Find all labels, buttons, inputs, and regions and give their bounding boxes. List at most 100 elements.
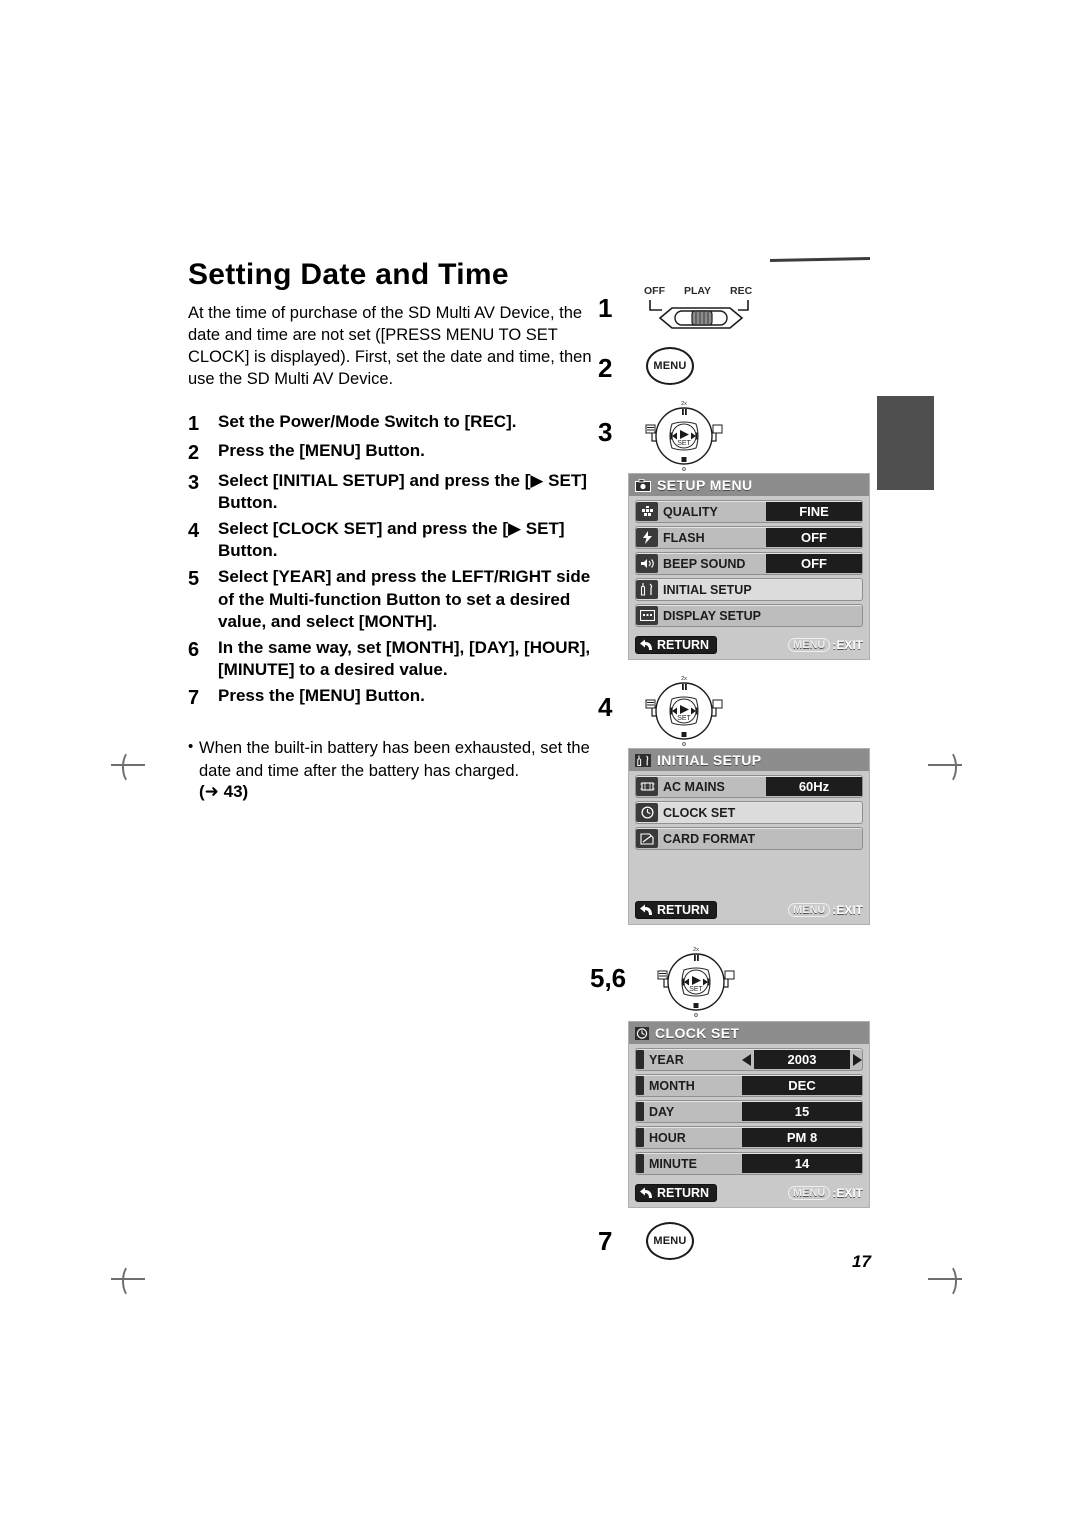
step-item: 2 Press the [MENU] Button. — [188, 440, 598, 466]
menu-row-value: OFF — [766, 554, 862, 573]
crop-mark-arc — [939, 750, 957, 784]
svg-text:2x: 2x — [693, 947, 699, 953]
menu-button-icon: MENU — [646, 347, 694, 385]
beep-icon — [636, 554, 658, 573]
note-block: • When the built-in battery has been exh… — [188, 737, 598, 802]
return-button[interactable]: RETURN — [635, 636, 718, 654]
row-marker — [636, 1128, 644, 1147]
clock-row-value: 15 — [742, 1102, 862, 1121]
step-text: Set the Power/Mode Switch to [REC]. — [218, 411, 517, 431]
step-text: Select [YEAR] and press the LEFT/RIGHT s… — [218, 566, 591, 632]
display-icon — [636, 606, 658, 625]
setup-menu-screen: SETUP MENU QUALITY FINE FLASH OFF BEEP S… — [628, 473, 870, 660]
dial-graphic: SET 2x ⚙ — [657, 947, 735, 1019]
menu-row-initial-setup[interactable]: INITIAL SETUP — [635, 578, 863, 601]
screen-header: CLOCK SET — [629, 1022, 869, 1044]
exit-hint: MENU :EXIT — [787, 638, 863, 652]
power-mode-switch: OFF PLAY REC — [642, 285, 762, 337]
clock-row-value: 14 — [742, 1154, 862, 1173]
exit-hint: MENU :EXIT — [787, 903, 863, 917]
intro-paragraph: At the time of purchase of the SD Multi … — [188, 304, 592, 388]
return-arrow-icon — [640, 1187, 652, 1198]
clock-row-label: MINUTE — [649, 1156, 697, 1171]
screen-title: INITIAL SETUP — [657, 752, 762, 768]
return-button-label: RETURN — [657, 638, 710, 652]
menu-row-display-setup[interactable]: DISPLAY SETUP — [635, 604, 863, 627]
exit-key-label: MENU — [787, 903, 831, 917]
return-arrow-icon — [640, 904, 652, 915]
clock-row-minute[interactable]: MINUTE 14 — [635, 1152, 863, 1175]
clock-row-value: PM 8 — [742, 1128, 862, 1147]
menu-row-beep-sound[interactable]: BEEP SOUND OFF — [635, 552, 863, 575]
step-number: 7 — [188, 687, 200, 710]
illustration-number: 3 — [598, 417, 613, 447]
crop-mark-arc — [939, 1264, 957, 1298]
crop-mark-left-top — [111, 748, 145, 784]
illustration-number: 2 — [598, 353, 613, 383]
note-page-reference: (➜ 43) — [199, 781, 249, 801]
exit-key-label: MENU — [787, 1186, 831, 1200]
note-text: When the built-in battery has been exhau… — [199, 739, 590, 780]
illustration-step1: 1 OFF PLAY REC — [598, 285, 898, 337]
illustration-step2: 2 MENU — [598, 343, 898, 397]
step-number: 4 — [188, 519, 200, 542]
screen-rows: YEAR 2003 MONTH DEC DAY 15 HOUR PM 8 MIN… — [629, 1044, 869, 1182]
menu-button-label: MENU — [653, 360, 687, 372]
multi-function-dial: SET 2x ⚙ — [642, 674, 723, 748]
screen-footer: RETURN MENU :EXIT — [629, 1182, 869, 1207]
screen-footer: RETURN MENU :EXIT — [629, 899, 869, 924]
right-arrow-icon[interactable] — [853, 1053, 862, 1066]
clock-row-month[interactable]: MONTH DEC — [635, 1074, 863, 1097]
left-arrow-icon[interactable] — [742, 1053, 751, 1066]
clock-row-label: HOUR — [649, 1130, 686, 1145]
exit-hint: MENU :EXIT — [787, 1186, 863, 1200]
clock-row-label: MONTH — [649, 1078, 695, 1093]
content-column: Setting Date and Time At the time of pur… — [188, 258, 598, 802]
clock-row-day[interactable]: DAY 15 — [635, 1100, 863, 1123]
menu-row-quality[interactable]: QUALITY FINE — [635, 500, 863, 523]
row-marker — [636, 1102, 644, 1121]
screen-header: SETUP MENU — [629, 474, 869, 496]
page-number: 17 — [852, 1252, 871, 1271]
menu-row-label: BEEP SOUND — [663, 556, 746, 571]
step-text: In the same way, set [MONTH], [DAY], [HO… — [218, 637, 591, 680]
crop-mark-left-bottom — [111, 1262, 145, 1298]
menu-row-label: CLOCK SET — [663, 805, 736, 820]
tools-icon — [636, 580, 658, 599]
clock-row-hour[interactable]: HOUR PM 8 — [635, 1126, 863, 1149]
menu-row-label: FLASH — [663, 530, 705, 545]
menu-row-ac-mains[interactable]: AC MAINS 60Hz — [635, 775, 863, 798]
initial-setup-screen: INITIAL SETUP AC MAINS 60Hz CLOCK SET CA… — [628, 748, 870, 925]
screen-empty-space — [635, 853, 863, 895]
screen-rows: AC MAINS 60Hz CLOCK SET CARD FORMAT — [629, 771, 869, 899]
menu-row-clock-set[interactable]: CLOCK SET — [635, 801, 863, 824]
return-button[interactable]: RETURN — [635, 1184, 718, 1202]
menu-row-label: AC MAINS — [663, 779, 725, 794]
quality-icon — [636, 502, 658, 521]
clock-icon — [635, 1026, 649, 1040]
illustration-number: 1 — [598, 293, 613, 323]
step-text: Select [CLOCK SET] and press the [▶ SET]… — [218, 518, 565, 561]
menu-row-value: OFF — [766, 528, 862, 547]
crop-mark-right-top — [928, 748, 962, 784]
return-button[interactable]: RETURN — [635, 901, 718, 919]
exit-key-label: MENU — [787, 638, 831, 652]
step-item: 7 Press the [MENU] Button. — [188, 685, 598, 711]
menu-row-card-format[interactable]: CARD FORMAT — [635, 827, 863, 850]
screen-title: CLOCK SET — [655, 1025, 740, 1041]
menu-button-icon: MENU — [646, 1222, 694, 1260]
clock-row-year[interactable]: YEAR 2003 — [635, 1048, 863, 1071]
switch-label-rec: REC — [730, 285, 753, 297]
screen-footer: RETURN MENU :EXIT — [629, 634, 869, 659]
camera-icon — [635, 478, 651, 492]
return-arrow-icon — [640, 639, 652, 650]
step-text: Press the [MENU] Button. — [218, 686, 425, 706]
illustration-number: 4 — [598, 692, 613, 722]
step-number: 6 — [188, 638, 200, 661]
menu-row-label: QUALITY — [663, 504, 718, 519]
multi-function-dial: SET 2x ⚙ — [654, 945, 735, 1019]
menu-row-value: 60Hz — [766, 777, 862, 796]
crop-mark-arc — [122, 750, 140, 784]
step-text: Select [INITIAL SETUP] and press the [▶ … — [218, 470, 587, 513]
menu-row-flash[interactable]: FLASH OFF — [635, 526, 863, 549]
